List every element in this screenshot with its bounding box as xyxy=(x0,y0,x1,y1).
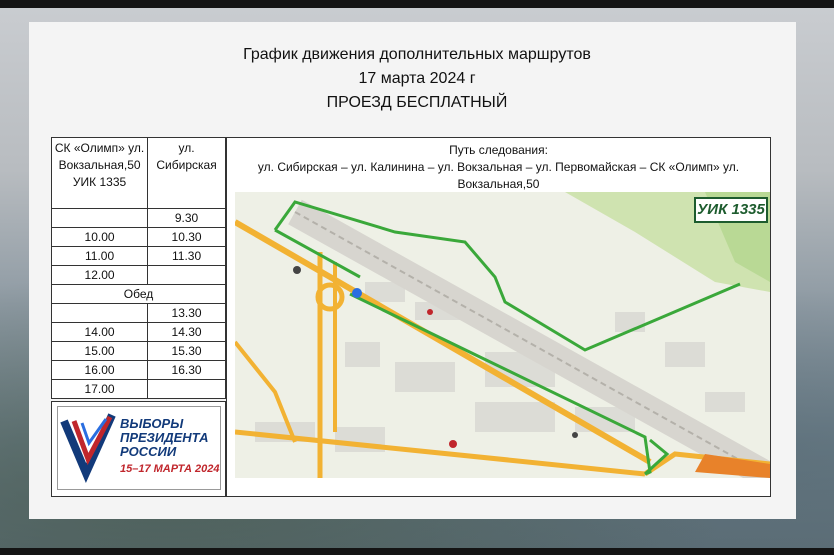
poi-icon xyxy=(449,440,457,448)
bottom-bar xyxy=(0,548,834,555)
table-row: 11.00 11.30 xyxy=(50,246,226,266)
table-cell: 13.30 xyxy=(147,303,226,323)
table-row: 9.30 xyxy=(50,208,226,228)
table-row: 16.00 16.30 xyxy=(50,360,226,380)
ballot-check-icon xyxy=(60,413,116,484)
schedule-header-sibirskaya: ул. Сибирская xyxy=(147,137,226,209)
election-logo: ВЫБОРЫ ПРЕЗИДЕНТА РОССИИ 15–17 МАРТА 202… xyxy=(57,406,221,490)
table-row: 10.00 10.30 xyxy=(50,227,226,247)
table-cell: 11.30 xyxy=(147,246,226,266)
schedule-table: СК «Олимп» ул. Вокзальная,50 УИК 1335 ул… xyxy=(50,137,226,399)
route-label: Путь следования: xyxy=(449,143,548,157)
table-cell: 12.00 xyxy=(50,265,149,285)
table-row: 15.00 15.30 xyxy=(50,341,226,361)
table-cell: 15.30 xyxy=(147,341,226,361)
logo-line-1: ВЫБОРЫ xyxy=(120,416,184,431)
table-cell: 15.00 xyxy=(50,341,149,361)
poi-icon xyxy=(293,266,301,274)
table-cell xyxy=(147,379,226,399)
table-cell: 10.30 xyxy=(147,227,226,247)
table-cell: 17.00 xyxy=(50,379,149,399)
schedule-header-row: СК «Олимп» ул. Вокзальная,50 УИК 1335 ул… xyxy=(50,137,226,209)
logo-title: ВЫБОРЫ ПРЕЗИДЕНТА РОССИИ xyxy=(120,417,209,459)
table-cell xyxy=(147,265,226,285)
uik-badge: УИК 1335 xyxy=(694,197,768,223)
table-row: 13.30 xyxy=(50,303,226,323)
route-path: ул. Сибирская – ул. Калинина – ул. Вокза… xyxy=(257,160,740,191)
table-cell: 16.00 xyxy=(50,360,149,380)
title-line-2: 17 марта 2024 г xyxy=(358,70,476,87)
title-line-1: График движения дополнительных маршрутов xyxy=(243,46,591,63)
top-bar xyxy=(0,0,834,8)
schedule-header-olimp: СК «Олимп» ул. Вокзальная,50 УИК 1335 xyxy=(50,137,149,209)
table-cell: 10.00 xyxy=(50,227,149,247)
stop-marker-icon[interactable] xyxy=(352,288,362,298)
table-cell: 11.00 xyxy=(50,246,149,266)
table-cell: 14.30 xyxy=(147,322,226,342)
lunch-cell: Обед xyxy=(51,284,226,304)
logo-line-2: ПРЕЗИДЕНТА xyxy=(120,430,209,445)
election-logo-panel: ВЫБОРЫ ПРЕЗИДЕНТА РОССИИ 15–17 МАРТА 202… xyxy=(51,401,226,497)
table-row: 12.00 xyxy=(50,265,226,285)
poi-icon xyxy=(427,309,433,315)
title-line-3: ПРОЕЗД БЕСПЛАТНЫЙ xyxy=(326,94,508,111)
table-cell: 9.30 xyxy=(147,208,226,228)
logo-date: 15–17 МАРТА 2024 xyxy=(120,463,220,475)
table-row: 17.00 xyxy=(50,379,226,399)
route-description: Путь следования: ул. Сибирская – ул. Кал… xyxy=(227,142,770,193)
table-cell xyxy=(50,208,149,228)
table-cell: 16.30 xyxy=(147,360,226,380)
route-map[interactable] xyxy=(235,192,770,478)
table-row-lunch: Обед xyxy=(51,284,226,304)
map-svg xyxy=(235,192,770,478)
table-row: 14.00 14.30 xyxy=(50,322,226,342)
table-cell xyxy=(50,303,149,323)
poi-icon xyxy=(572,432,578,438)
logo-line-3: РОССИИ xyxy=(120,444,177,459)
table-cell: 14.00 xyxy=(50,322,149,342)
